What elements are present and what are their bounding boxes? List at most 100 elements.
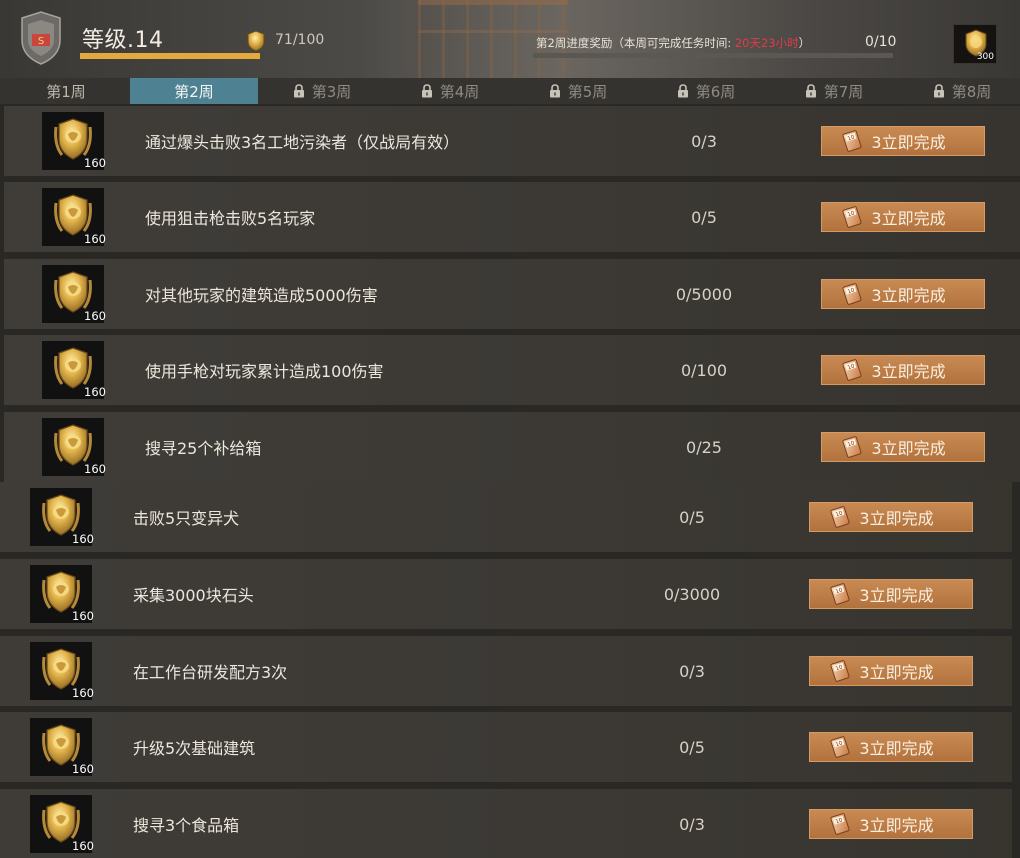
- week-progress-suffix: ）: [798, 36, 811, 50]
- task-reward-slot: 160: [30, 718, 94, 776]
- task-reward-slot: 160: [30, 642, 94, 700]
- complete-now-button[interactable]: 10 3立即完成: [821, 432, 985, 462]
- tab-week-7[interactable]: 第7周: [770, 78, 898, 104]
- ticket-icon: 10: [842, 130, 862, 152]
- task-description: 升级5次基础建筑: [133, 739, 256, 758]
- complete-now-button[interactable]: 10 3立即完成: [821, 126, 985, 156]
- ticket-icon: 10: [842, 359, 862, 381]
- task-description: 搜寻25个补给箱: [145, 439, 262, 458]
- task-progress: 0/5: [691, 207, 717, 227]
- task-row: 160 搜寻3个食品箱 0/3 10 3立即完成: [0, 789, 1012, 858]
- ticket-icon: 10: [842, 283, 862, 305]
- task-progress: 0/3: [691, 131, 717, 151]
- reward-count: 160: [84, 309, 106, 323]
- reward-count: 160: [84, 462, 106, 476]
- task-row: 160 通过爆头击败3名工地污染者（仅战局有效） 0/3 10 3立即完成: [4, 106, 1020, 176]
- complete-now-label: 3立即完成: [859, 739, 934, 758]
- complete-now-label: 3立即完成: [871, 362, 946, 381]
- task-progress: 0/3: [679, 661, 705, 681]
- tab-week-4[interactable]: 第4周: [386, 78, 514, 104]
- tab-week-8[interactable]: 第8周: [898, 78, 1020, 104]
- task-reward-slot: 160: [42, 188, 106, 246]
- tab-label: 第1周: [46, 82, 86, 101]
- xp-medal-icon: [247, 30, 265, 52]
- task-description: 在工作台研发配方3次: [133, 663, 288, 682]
- complete-now-label: 3立即完成: [859, 586, 934, 605]
- tab-week-2[interactable]: 第2周: [130, 78, 258, 104]
- task-description: 使用狙击枪击败5名玩家: [145, 209, 316, 228]
- complete-now-label: 3立即完成: [871, 439, 946, 458]
- ticket-icon: 10: [830, 506, 850, 528]
- task-description: 使用手枪对玩家累计造成100伤害: [145, 362, 384, 381]
- reward-count: 160: [84, 232, 106, 246]
- reward-count: 160: [84, 385, 106, 399]
- ticket-icon: 10: [830, 813, 850, 835]
- tab-week-6[interactable]: 第6周: [642, 78, 770, 104]
- week-tabs: 第1周 第2周 第3周 第4周 第5周 第6周 第7周 第8周: [0, 78, 1020, 104]
- task-row: 160 搜寻25个补给箱 0/25 10 3立即完成: [4, 412, 1020, 482]
- ticket-icon: 10: [830, 736, 850, 758]
- task-progress: 0/5: [679, 507, 705, 527]
- rank-badge-icon: S: [21, 11, 61, 65]
- week-reward-box[interactable]: 300: [953, 24, 997, 64]
- level-progress-fill: [80, 53, 260, 59]
- complete-now-button[interactable]: 10 3立即完成: [809, 502, 973, 532]
- task-description: 对其他玩家的建筑造成5000伤害: [145, 286, 378, 305]
- complete-now-button[interactable]: 10 3立即完成: [809, 732, 973, 762]
- complete-now-button[interactable]: 10 3立即完成: [809, 809, 973, 839]
- complete-now-label: 3立即完成: [871, 133, 946, 152]
- complete-now-label: 3立即完成: [859, 663, 934, 682]
- svg-text:S: S: [38, 36, 44, 47]
- lock-icon: [421, 84, 432, 98]
- complete-now-button[interactable]: 10 3立即完成: [809, 579, 973, 609]
- tab-label: 第3周: [311, 82, 352, 101]
- task-reward-slot: 160: [30, 795, 94, 853]
- week-progress-time: 20天23小时: [734, 36, 799, 50]
- xp-text: 71/100: [275, 32, 325, 48]
- complete-now-label: 3立即完成: [871, 286, 946, 305]
- tab-label: 第7周: [823, 82, 864, 101]
- tab-label: 第6周: [695, 82, 736, 101]
- complete-now-button[interactable]: 10 3立即完成: [821, 279, 985, 309]
- task-reward-slot: 160: [30, 488, 94, 546]
- level-title: 等级.14: [82, 28, 164, 53]
- task-progress: 0/5000: [675, 284, 733, 304]
- task-description: 击败5只变异犬: [133, 509, 240, 528]
- task-row: 160 使用狙击枪击败5名玩家 0/5 10 3立即完成: [4, 182, 1020, 252]
- task-row: 160 采集3000块石头 0/3000 10 3立即完成: [0, 559, 1012, 629]
- task-progress: 0/100: [680, 360, 728, 380]
- complete-now-button[interactable]: 10 3立即完成: [821, 355, 985, 385]
- task-progress: 0/3000: [663, 584, 721, 604]
- level-progress-bar: [80, 53, 260, 59]
- task-reward-slot: 160: [42, 112, 106, 170]
- complete-now-button[interactable]: 10 3立即完成: [821, 202, 985, 232]
- reward-count: 160: [72, 532, 94, 546]
- ticket-icon: 10: [830, 583, 850, 605]
- complete-now-label: 3立即完成: [859, 509, 934, 528]
- tab-week-5[interactable]: 第5周: [514, 78, 642, 104]
- task-row: 160 对其他玩家的建筑造成5000伤害 0/5000 10 3立即完成: [4, 259, 1020, 329]
- ticket-icon: 10: [830, 660, 850, 682]
- tab-label: 第4周: [439, 82, 480, 101]
- ticket-icon: 10: [842, 206, 862, 228]
- lock-icon: [677, 84, 688, 98]
- lock-icon: [933, 84, 944, 98]
- week-progress-bar: [533, 53, 893, 58]
- lock-icon: [805, 84, 816, 98]
- tab-week-3[interactable]: 第3周: [258, 78, 386, 104]
- lock-icon: [549, 84, 560, 98]
- ticket-icon: 10: [842, 436, 862, 458]
- tab-label: 第2周: [174, 82, 214, 101]
- complete-now-label: 3立即完成: [871, 209, 946, 228]
- week-progress-label: 第2周进度奖励（本周可完成任务时间: 20天23小时）: [536, 35, 810, 51]
- complete-now-button[interactable]: 10 3立即完成: [809, 656, 973, 686]
- task-row: 160 升级5次基础建筑 0/5 10 3立即完成: [0, 712, 1012, 782]
- tab-label: 第8周: [951, 82, 992, 101]
- reward-count: 160: [72, 762, 94, 776]
- tab-week-1[interactable]: 第1周: [2, 78, 130, 104]
- task-description: 通过爆头击败3名工地污染者（仅战局有效）: [145, 133, 460, 152]
- task-description: 搜寻3个食品箱: [133, 816, 240, 835]
- task-progress: 0/5: [679, 737, 705, 757]
- task-reward-slot: 160: [42, 341, 106, 399]
- lock-icon: [293, 84, 304, 98]
